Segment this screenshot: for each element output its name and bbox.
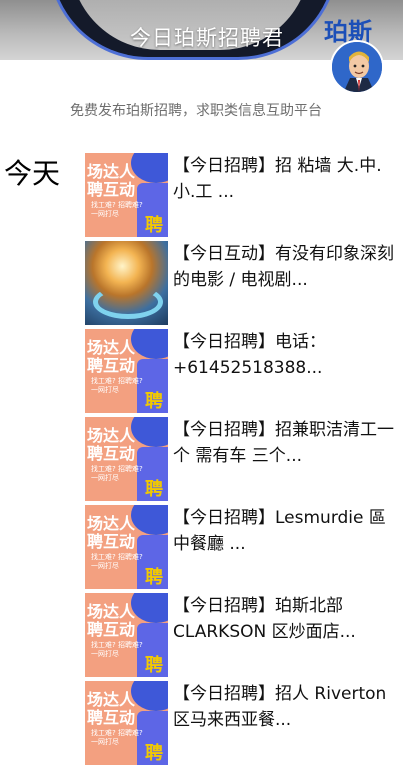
article-thumbnail (85, 241, 168, 325)
subtitle: 免费发布珀斯招聘，求职类信息互助平台 (70, 103, 322, 119)
article-title: 【今日招聘】珀斯北部 CLARKSON 区炒面店... (173, 596, 356, 642)
brand-logo[interactable]: 珀斯 (318, 10, 386, 94)
article-item[interactable]: 场达人 聘互动 找工难? 招聘难? 一网打尽 聘 【今日招聘】Lesmurdie… (85, 505, 403, 593)
thumb-decoration (131, 329, 168, 359)
thumb-badge: 聘 (145, 479, 163, 500)
article-thumbnail: 场达人 聘互动 找工难? 招聘难? 一网打尽 聘 (85, 153, 168, 237)
thumb-caption: 找工难? 招聘难? 一网打尽 (91, 729, 143, 746)
article-title: 【今日招聘】Lesmurdie 區 中餐廳 ... (173, 508, 386, 554)
logo-mascot (330, 40, 384, 94)
thumb-headline: 场达人 聘互动 (87, 514, 136, 551)
thumb-caption: 找工难? 招聘难? 一网打尽 (91, 465, 143, 482)
article-thumbnail: 场达人 聘互动 找工难? 招聘难? 一网打尽 聘 (85, 505, 168, 589)
thumb-decoration (131, 593, 168, 623)
thumb-caption: 找工难? 招聘难? 一网打尽 (91, 201, 143, 218)
article-thumbnail: 场达人 聘互动 找工难? 招聘难? 一网打尽 聘 (85, 417, 168, 501)
thumb-badge: 聘 (145, 655, 163, 676)
thumb-headline: 场达人 聘互动 (87, 338, 136, 375)
thumb-caption: 找工难? 招聘难? 一网打尽 (91, 641, 143, 658)
thumb-badge: 聘 (145, 391, 163, 412)
thumb-headline: 场达人 聘互动 (87, 426, 136, 463)
thumb-decoration (93, 285, 163, 319)
thumb-headline: 场达人 聘互动 (87, 690, 136, 727)
mascot-icon (332, 42, 382, 92)
article-list: 场达人 聘互动 找工难? 招聘难? 一网打尽 聘 【今日招聘】招 粘墙 大.中.… (85, 153, 403, 768)
thumb-headline: 场达人 聘互动 (87, 162, 136, 199)
thumb-decoration (131, 153, 168, 183)
section-label-today: 今天 (4, 157, 61, 190)
article-item[interactable]: 场达人 聘互动 找工难? 招聘难? 一网打尽 聘 【今日招聘】招兼职洁清工一个 … (85, 417, 403, 505)
article-title: 【今日招聘】招 粘墙 大.中.小.工 ... (173, 156, 382, 202)
article-title: 【今日招聘】招兼职洁清工一个 需有车 三个... (173, 420, 394, 466)
thumb-caption: 找工难? 招聘难? 一网打尽 (91, 553, 143, 570)
article-title: 【今日招聘】电话：+61452518388... (173, 332, 326, 378)
page-title: 今日珀斯招聘君 (130, 26, 284, 50)
article-thumbnail: 场达人 聘互动 找工难? 招聘难? 一网打尽 聘 (85, 681, 168, 765)
thumb-decoration (131, 505, 168, 535)
article-thumbnail: 场达人 聘互动 找工难? 招聘难? 一网打尽 聘 (85, 593, 168, 677)
article-title: 【今日互动】有没有印象深刻的电影 / 电视剧... (173, 244, 394, 290)
thumb-caption: 找工难? 招聘难? 一网打尽 (91, 377, 143, 394)
thumb-headline: 场达人 聘互动 (87, 602, 136, 639)
thumb-badge: 聘 (145, 567, 163, 588)
article-title: 【今日招聘】招人 Riverton区马来西亚餐... (173, 684, 387, 730)
article-item[interactable]: 场达人 聘互动 找工难? 招聘难? 一网打尽 聘 【今日招聘】珀斯北部 CLAR… (85, 593, 403, 681)
thumb-badge: 聘 (145, 215, 163, 236)
article-item[interactable]: 场达人 聘互动 找工难? 招聘难? 一网打尽 聘 【今日招聘】招人 Rivert… (85, 681, 403, 768)
thumb-decoration (131, 417, 168, 447)
article-item[interactable]: 场达人 聘互动 找工难? 招聘难? 一网打尽 聘 【今日招聘】招 粘墙 大.中.… (85, 153, 403, 241)
article-item[interactable]: 场达人 聘互动 找工难? 招聘难? 一网打尽 聘 【今日招聘】电话：+61452… (85, 329, 403, 417)
article-thumbnail: 场达人 聘互动 找工难? 招聘难? 一网打尽 聘 (85, 329, 168, 413)
thumb-decoration (131, 681, 168, 711)
thumb-badge: 聘 (145, 743, 163, 764)
article-item[interactable]: 【今日互动】有没有印象深刻的电影 / 电视剧... (85, 241, 403, 329)
